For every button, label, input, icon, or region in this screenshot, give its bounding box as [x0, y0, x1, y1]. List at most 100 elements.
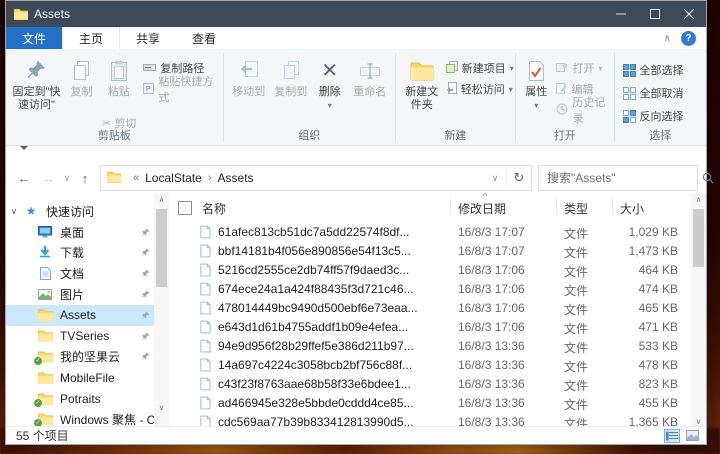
ribbon: 固定到"快速访问" 复制 粘贴 复制路径	[6, 49, 706, 146]
list-scrollbar[interactable]: ∧ ∨	[691, 193, 706, 429]
breadcrumb-collapse-chevron[interactable]: «	[133, 172, 139, 184]
column-header-type[interactable]: 类型	[564, 200, 588, 217]
new-folder-icon	[410, 56, 434, 86]
file-type: 文件	[564, 396, 588, 413]
sidebar-item-label: Assets	[60, 308, 96, 322]
cut-button[interactable]: ✂ 剪切	[102, 115, 136, 131]
file-name: 61afec813cb51dc7a5dd22574f8df...	[218, 225, 454, 239]
file-date: 16/8/3 13:36	[458, 377, 525, 391]
open-button[interactable]: 打开 ▾	[556, 59, 613, 77]
sidebar-item-label: 下载	[60, 244, 84, 261]
sidebar-scrollbar-thumb[interactable]	[156, 209, 167, 287]
easy-access-button[interactable]: 轻松访问 ▾	[446, 80, 514, 98]
details-view-button[interactable]	[664, 429, 680, 443]
table-row[interactable]: 674ece24a1a424f88435f3d721c46...16/8/3 1…	[172, 280, 691, 299]
table-row[interactable]: 478014449bc9490d500ebf6e73eaa...16/8/3 1…	[172, 299, 691, 318]
address-dropdown-icon[interactable]: ∨	[484, 173, 506, 184]
breadcrumb-localstate[interactable]: LocalState	[145, 171, 202, 185]
sidebar-item-potraits[interactable]: ✓Potraits	[6, 388, 154, 409]
paste-button[interactable]: 粘贴	[100, 53, 137, 99]
folder-icon	[38, 372, 53, 384]
forward-button[interactable]: →	[36, 170, 60, 186]
pin-icon	[141, 269, 150, 278]
new-group-label: 新建	[396, 127, 515, 145]
breadcrumb-separator-icon: ›	[208, 172, 212, 184]
sidebar-scrollbar[interactable]: ∧ ∨	[154, 193, 169, 429]
minimize-button[interactable]	[604, 1, 638, 27]
history-button[interactable]: 历史记录	[556, 101, 613, 119]
tab-share[interactable]: 共享	[120, 27, 176, 49]
breadcrumb-assets[interactable]: Assets	[218, 171, 254, 185]
close-button[interactable]	[672, 1, 706, 27]
sidebar-scroll-down-icon[interactable]: ∨	[154, 401, 169, 415]
table-row[interactable]: c43f23f8763aae68b58f33e6bdee1...16/8/3 1…	[172, 375, 691, 394]
address-breadcrumb-bar[interactable]: « LocalState › Assets ∨ ↻	[100, 165, 532, 191]
sidebar-item--[interactable]: ∨★快速访问	[6, 201, 154, 222]
select-none-button[interactable]: 全部取消	[623, 84, 684, 102]
table-row[interactable]: 61afec813cb51dc7a5dd22574f8df...16/8/3 1…	[172, 223, 691, 242]
file-name: 94e9d956f28b29ffef5e386d211b97...	[218, 339, 454, 353]
tab-view[interactable]: 查看	[176, 27, 232, 49]
new-item-button[interactable]: 新建项目 ▾	[446, 59, 514, 77]
table-row[interactable]: 5216cd2555ce2db74ff57f9daed3c...16/8/3 1…	[172, 261, 691, 280]
table-row[interactable]: 14a697c4224c3058bcb2bf756c88f...16/8/3 1…	[172, 356, 691, 375]
sidebar-item--[interactable]: 图片	[6, 284, 154, 305]
rename-button[interactable]: 重命名	[348, 53, 392, 99]
list-scroll-up-icon[interactable]: ∧	[691, 193, 706, 207]
table-row[interactable]: 94e9d956f28b29ffef5e386d211b97...16/8/3 …	[172, 337, 691, 356]
pin-icon	[141, 248, 150, 257]
titlebar[interactable]: Assets	[6, 1, 706, 27]
sidebar-item--[interactable]: 下载	[6, 243, 154, 264]
select-all-checkbox[interactable]	[178, 201, 192, 215]
new-folder-button[interactable]: 新建文件夹	[402, 53, 442, 112]
table-row[interactable]: bbf14181b4f056e890856e54f13c5...16/8/3 1…	[172, 242, 691, 261]
sidebar-item--[interactable]: 文档	[6, 263, 154, 284]
search-box[interactable]	[538, 165, 698, 191]
file-size: 823 KB	[592, 377, 678, 391]
sidebar-scroll-up-icon[interactable]: ∧	[154, 193, 169, 207]
help-icon[interactable]: ?	[681, 31, 696, 46]
sidebar-item-tvseries[interactable]: TVSeries	[6, 326, 154, 347]
table-row[interactable]: ad466945e328e5bbde0cddd4ce85...16/8/3 13…	[172, 394, 691, 413]
move-to-button[interactable]: 移动到	[228, 53, 270, 99]
up-button[interactable]: ↑	[74, 171, 96, 186]
column-header-size[interactable]: 大小	[620, 200, 644, 217]
copy-to-button[interactable]: 复制到	[270, 53, 312, 99]
recent-locations-icon[interactable]: ∨	[60, 173, 74, 184]
thumbnail-view-button[interactable]	[684, 429, 700, 443]
pin-to-quick-access-button[interactable]: 固定到"快速访问"	[10, 53, 63, 112]
table-row[interactable]: e643d1d61b4755addf1b09e4efea...16/8/3 17…	[172, 318, 691, 337]
search-icon[interactable]	[702, 172, 714, 184]
select-group-label: 选择	[615, 127, 706, 145]
pin-icon	[26, 56, 46, 86]
file-type: 文件	[564, 301, 588, 318]
copy-button[interactable]: 复制	[63, 53, 100, 99]
sidebar-item--[interactable]: 桌面	[6, 222, 154, 243]
delete-button[interactable]: ✕ 删除 ▾	[312, 53, 348, 112]
list-scrollbar-thumb[interactable]	[693, 209, 704, 267]
paste-shortcut-button[interactable]: P 粘贴快捷方式	[143, 80, 222, 98]
sidebar-item-mobilefile[interactable]: MobileFile	[6, 367, 154, 388]
column-header-date[interactable]: 修改日期	[458, 200, 506, 217]
expand-chevron-icon[interactable]: ∨	[6, 206, 22, 217]
downloads-icon	[39, 246, 51, 259]
easy-access-dropdown-icon: ▾	[509, 85, 513, 94]
back-button[interactable]: ←	[12, 170, 36, 186]
select-none-icon	[623, 87, 636, 100]
tab-file[interactable]: 文件	[6, 27, 62, 49]
sidebar-item-assets[interactable]: Assets	[6, 305, 154, 326]
properties-button[interactable]: 属性 ▾	[520, 53, 552, 112]
maximize-button[interactable]	[638, 1, 672, 27]
refresh-icon[interactable]: ↻	[506, 170, 531, 186]
tab-home[interactable]: 主页	[62, 27, 120, 49]
sidebar-item--[interactable]: ✓我的坚果云	[6, 347, 154, 368]
sidebar-item-label: 我的坚果云	[60, 348, 120, 365]
search-input[interactable]	[539, 171, 702, 185]
invert-selection-button[interactable]: 反向选择	[623, 107, 684, 125]
pinned-icon	[141, 248, 150, 257]
collapse-ribbon-icon[interactable]: ∧	[664, 33, 671, 44]
select-all-button[interactable]: 全部选择	[623, 61, 684, 79]
file-date: 16/8/3 17:07	[458, 244, 525, 258]
delete-label: 删除	[319, 86, 341, 99]
column-header-name[interactable]: 名称	[202, 200, 226, 217]
